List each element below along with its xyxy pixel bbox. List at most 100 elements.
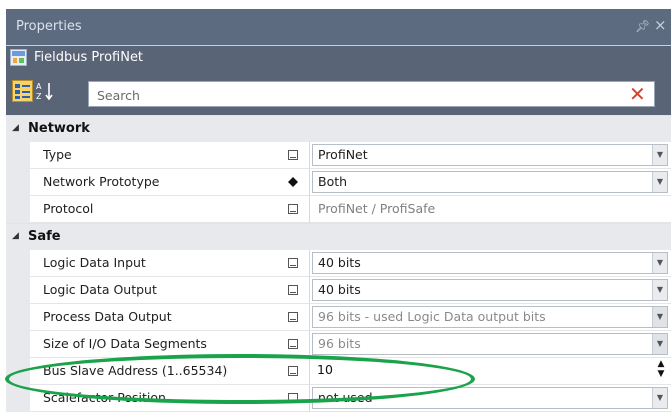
collapse-triangle-icon[interactable]: ◢ xyxy=(12,231,19,241)
property-flag-cell xyxy=(277,331,309,358)
fieldbus-icon xyxy=(10,49,27,66)
readonly-value: ProfiNet / ProfiSafe xyxy=(318,201,436,216)
property-grid: ◢ Network Type ProfiNet ▼ Network Protot… xyxy=(6,115,671,414)
category-label: Safe xyxy=(28,229,61,244)
panel-title: Properties xyxy=(16,19,82,34)
property-row-bus-slave-address[interactable]: Bus Slave Address (1..65534) 10 ▲ ▼ xyxy=(6,358,671,385)
property-name-cell: Logic Data Input xyxy=(30,250,277,277)
square-flag-icon xyxy=(288,258,298,268)
property-row-type[interactable]: Type ProfiNet ▼ xyxy=(6,142,671,169)
property-name: Network Prototype xyxy=(43,174,160,189)
property-value-cell: 40 bits ▼ xyxy=(309,250,671,277)
chevron-down-icon[interactable]: ▼ xyxy=(652,280,667,300)
row-gutter xyxy=(6,358,30,385)
dropdown-value: 96 bits - used Logic Data output bits xyxy=(318,309,546,324)
collapse-triangle-icon[interactable]: ◢ xyxy=(12,123,19,133)
category-network[interactable]: ◢ Network xyxy=(6,115,671,142)
type-dropdown[interactable]: ProfiNet ▼ xyxy=(312,144,668,166)
logic-data-output-dropdown[interactable]: 40 bits ▼ xyxy=(312,279,668,301)
chevron-down-icon[interactable]: ▼ xyxy=(652,388,667,408)
network-prototype-dropdown[interactable]: Both ▼ xyxy=(312,171,668,193)
row-gutter xyxy=(6,169,30,196)
property-value-cell: Both ▼ xyxy=(309,169,671,196)
property-flag-cell xyxy=(277,196,309,223)
property-name: Bus Slave Address (1..65534) xyxy=(43,363,228,378)
property-value-cell: ProfiNet ▼ xyxy=(309,142,671,169)
spinner-arrows-icon[interactable]: ▲ ▼ xyxy=(654,359,668,379)
property-flag-cell xyxy=(277,250,309,277)
top-strip xyxy=(0,0,671,9)
property-value-cell: 10 ▲ ▼ xyxy=(309,358,671,385)
properties-panel: Properties 📌︎ × Fieldbus ProfiNet A Z Se… xyxy=(0,0,671,414)
dropdown-value: Both xyxy=(318,174,348,189)
property-name: Process Data Output xyxy=(43,309,172,324)
svg-text:A: A xyxy=(36,82,42,91)
alphabetical-sort-button[interactable]: A Z xyxy=(34,80,55,102)
logic-data-input-dropdown[interactable]: 40 bits ▼ xyxy=(312,252,668,274)
property-name-cell: Type xyxy=(30,142,277,169)
property-name-cell: Network Prototype xyxy=(30,169,277,196)
property-flag-cell xyxy=(277,304,309,331)
property-name-cell: Process Data Output xyxy=(30,304,277,331)
chevron-down-icon[interactable]: ▼ xyxy=(652,307,667,327)
property-value-cell: 96 bits - used Logic Data output bits ▼ xyxy=(309,304,671,331)
dropdown-value: 40 bits xyxy=(318,282,361,297)
property-value-cell: ProfiNet / ProfiSafe xyxy=(309,196,671,223)
chevron-down-icon[interactable]: ▼ xyxy=(652,172,667,192)
object-name: Fieldbus ProfiNet xyxy=(34,50,144,65)
bus-slave-address-spinner[interactable]: 10 ▲ ▼ xyxy=(312,359,668,382)
panel-title-bar: Properties 📌︎ × xyxy=(6,9,671,46)
category-label: Network xyxy=(28,121,90,136)
property-flag-cell xyxy=(277,277,309,304)
square-flag-icon xyxy=(288,393,298,403)
clear-search-icon[interactable]: ✕ xyxy=(629,83,646,105)
square-flag-icon xyxy=(288,339,298,349)
property-row-logic-data-output[interactable]: Logic Data Output 40 bits ▼ xyxy=(6,277,671,304)
close-icon[interactable]: × xyxy=(654,16,667,34)
svg-text:Z: Z xyxy=(36,92,42,101)
process-data-output-dropdown[interactable]: 96 bits - used Logic Data output bits ▼ xyxy=(312,306,668,328)
dropdown-value: ProfiNet xyxy=(318,147,368,162)
row-gutter xyxy=(6,277,30,304)
property-toolbar: A Z ✕ xyxy=(6,70,671,115)
property-flag-cell xyxy=(277,142,309,169)
row-gutter xyxy=(6,304,30,331)
property-value-cell: 96 bits ▼ xyxy=(309,331,671,358)
row-gutter xyxy=(6,385,30,412)
property-row-io-segment-size[interactable]: Size of I/O Data Segments 96 bits ▼ xyxy=(6,331,671,358)
property-name: Size of I/O Data Segments xyxy=(43,336,207,351)
property-name-cell: Scalefactor Position xyxy=(30,385,277,412)
row-gutter xyxy=(6,250,30,277)
row-gutter xyxy=(6,331,30,358)
search-box: ✕ xyxy=(88,81,655,107)
dropdown-value: 40 bits xyxy=(318,255,361,270)
property-name: Logic Data Output xyxy=(43,282,157,297)
category-safe[interactable]: ◢ Safe xyxy=(6,223,671,250)
square-flag-icon xyxy=(288,366,298,376)
square-flag-icon xyxy=(288,150,298,160)
property-row-scalefactor-position[interactable]: Scalefactor Position not used ▼ xyxy=(6,385,671,412)
property-row-process-data-output[interactable]: Process Data Output 96 bits - used Logic… xyxy=(6,304,671,331)
property-name-cell: Bus Slave Address (1..65534) xyxy=(30,358,277,385)
property-name: Scalefactor Position xyxy=(43,390,166,405)
sort-alphabetical-icon: A Z xyxy=(36,82,53,101)
scalefactor-position-dropdown[interactable]: not used ▼ xyxy=(312,387,668,409)
property-row-protocol[interactable]: Protocol ProfiNet / ProfiSafe xyxy=(6,196,671,223)
property-row-network-prototype[interactable]: Network Prototype Both ▼ xyxy=(6,169,671,196)
chevron-down-icon[interactable]: ▼ xyxy=(652,145,667,165)
spinner-value: 10 xyxy=(317,362,333,377)
categorized-view-button[interactable] xyxy=(12,80,33,102)
row-gutter xyxy=(6,142,30,169)
property-row-logic-data-input[interactable]: Logic Data Input 40 bits ▼ xyxy=(6,250,671,277)
square-flag-icon xyxy=(288,285,298,295)
pin-icon[interactable]: 📌︎ xyxy=(635,19,650,33)
selected-object-bar: Fieldbus ProfiNet xyxy=(6,46,671,70)
search-input[interactable] xyxy=(95,85,619,105)
chevron-down-icon[interactable]: ▼ xyxy=(652,334,667,354)
chevron-down-icon[interactable]: ▼ xyxy=(652,253,667,273)
property-value-cell: 40 bits ▼ xyxy=(309,277,671,304)
io-segment-size-dropdown[interactable]: 96 bits ▼ xyxy=(312,333,668,355)
property-flag-cell xyxy=(277,385,309,412)
property-name: Logic Data Input xyxy=(43,255,146,270)
diamond-flag-icon xyxy=(288,177,298,187)
